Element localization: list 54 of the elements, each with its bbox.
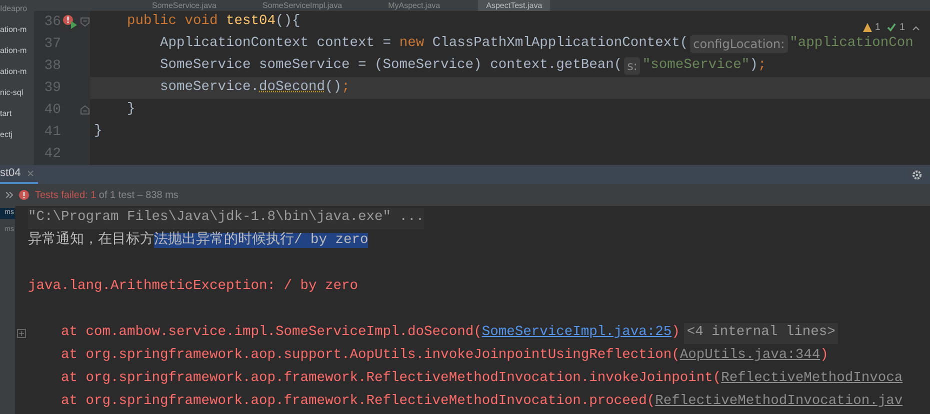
code-token: (){ [276, 12, 300, 31]
expand-icon[interactable] [17, 329, 26, 338]
settings-icon[interactable] [912, 170, 922, 180]
code-token: ApplicationContext context = [159, 34, 392, 53]
editor-tab[interactable]: SomeService.java [144, 0, 224, 11]
code-token: } [126, 100, 136, 119]
code-token: "applicationCon [790, 34, 914, 53]
code-token: doSecond [259, 78, 326, 97]
source-link[interactable]: ReflectiveMethodInvoca [721, 369, 903, 390]
check-icon[interactable] [887, 23, 896, 32]
warning-count: 1 [874, 21, 880, 35]
code-token: ) [750, 56, 758, 75]
project-item[interactable]: ation-m [0, 24, 34, 36]
editor-tab[interactable]: SomeServiceImpl.java [254, 0, 350, 11]
stack-frame: at org.springframework.aop.support.AopUtils.invokeJoinpointUsingReflection( [61, 346, 680, 367]
project-item[interactable]: ectj [0, 129, 34, 141]
source-link[interactable]: AopUtils.java:344 [680, 346, 820, 367]
code-token: "someService" [642, 56, 750, 75]
output-line: 异常通知，在目标方法抛出异常的时候执行/ by zero [28, 231, 368, 250]
project-item[interactable]: Ideapro [0, 3, 34, 15]
editor-tab[interactable]: MyAspect.java [380, 0, 448, 11]
project-item[interactable]: ation-m [0, 66, 34, 78]
check-count: 1 [899, 21, 905, 35]
project-item[interactable]: nic-sql [0, 87, 34, 99]
caret-up-icon[interactable] [912, 24, 920, 30]
editor-tab[interactable]: AspectTest.java [478, 0, 550, 11]
source-link[interactable]: ReflectiveMethodInvocation.jav [655, 392, 903, 413]
stack-frame: at com.ambow.service.impl.SomeServiceImpl.doSecond( [61, 323, 482, 344]
code-token: } [94, 122, 102, 141]
stack-frame: at org.springframework.aop.framework.ReflectiveMethodInvocation.invokeJoinpoint( [61, 369, 722, 390]
stack-frame-end: ) [672, 324, 680, 342]
test-status-text: Tests failed: 1 of 1 test – 838 ms [35, 188, 178, 203]
code-token: someService. [159, 78, 260, 97]
code-token: public void [126, 12, 219, 31]
test-failed-run-icon[interactable] [62, 14, 78, 30]
chevrons-icon[interactable] [6, 192, 13, 198]
code-token: ClassPathXmlApplicationContext( [432, 34, 688, 53]
code-token: new [399, 34, 426, 53]
parameter-hint: s: [624, 57, 640, 75]
stack-frame-end: ) [820, 347, 828, 366]
code-token: SomeService someService = (SomeService) context.getBean( [159, 56, 622, 75]
code-token: ; [342, 78, 350, 97]
project-item[interactable]: ation-m [0, 45, 34, 57]
code-token: () [325, 78, 342, 97]
stack-frame: at org.springframework.aop.framework.ReflectiveMethodInvocation.proceed( [61, 392, 656, 413]
warning-icon[interactable] [862, 23, 872, 32]
project-item[interactable]: tart [0, 108, 34, 120]
code-token: ; [758, 56, 766, 75]
exception-line: java.lang.ArithmeticException: / by zero [28, 278, 358, 296]
internal-lines-fold[interactable]: <4 internal lines> [684, 323, 838, 344]
code-token: test04 [226, 12, 276, 31]
parameter-hint: configLocation: [690, 35, 788, 53]
source-link[interactable]: SomeServiceImpl.java:25 [482, 323, 672, 344]
error-icon [19, 190, 29, 200]
